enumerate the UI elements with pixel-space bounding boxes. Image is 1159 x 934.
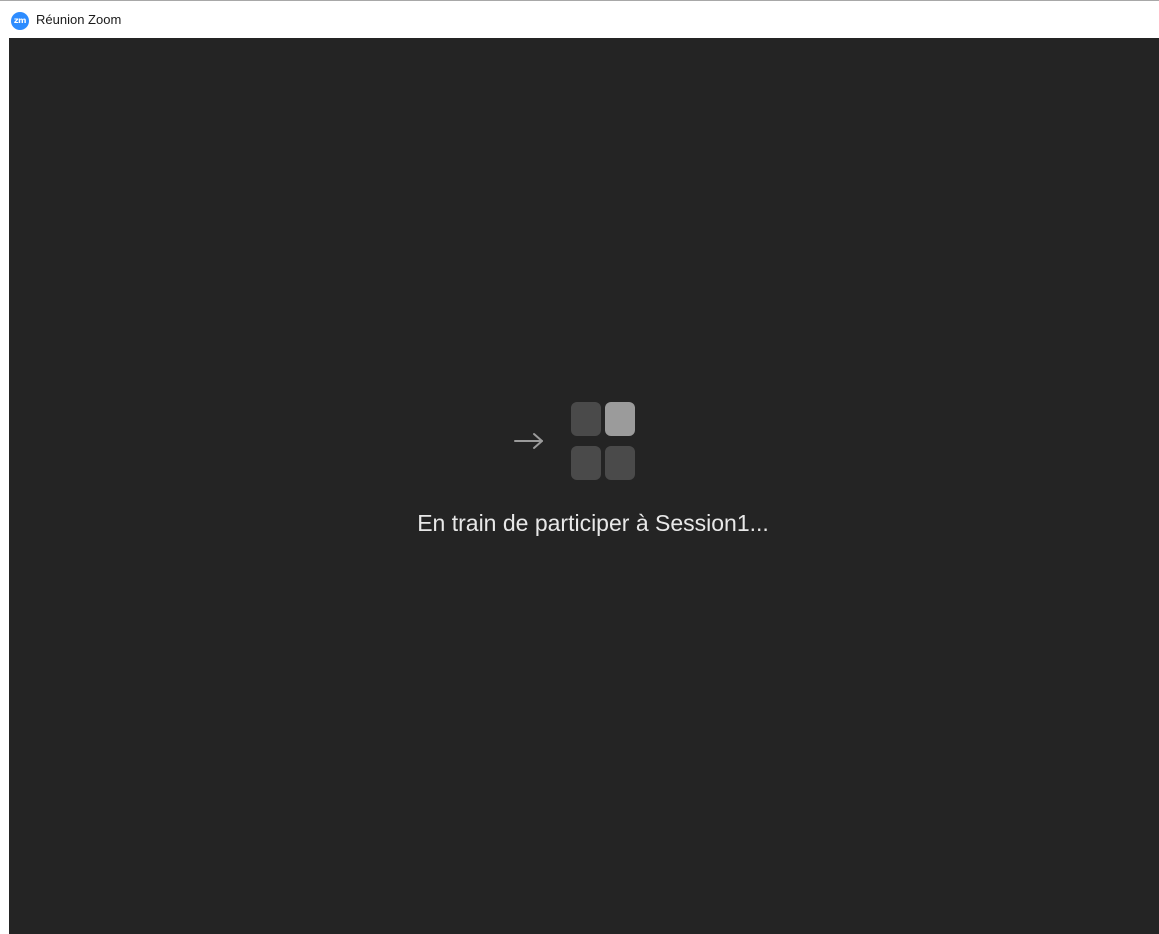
zoom-logo-icon: zm	[11, 12, 29, 30]
meeting-loading-screen	[9, 38, 1159, 934]
zoom-meeting-window: zm Réunion Zoom En train de participer à…	[0, 0, 1159, 934]
window-title: Réunion Zoom	[36, 12, 122, 27]
tile-bottom-left	[571, 446, 601, 480]
grid-tiles-icon	[571, 402, 637, 482]
window-titlebar[interactable]: zm Réunion Zoom	[0, 0, 1159, 38]
arrow-right-icon	[514, 433, 543, 449]
tile-bottom-right	[605, 446, 635, 480]
joining-status-text: En train de participer à Session1...	[417, 510, 769, 536]
joining-loader	[512, 402, 637, 482]
tile-top-right-active	[605, 402, 635, 436]
tile-top-left	[571, 402, 601, 436]
